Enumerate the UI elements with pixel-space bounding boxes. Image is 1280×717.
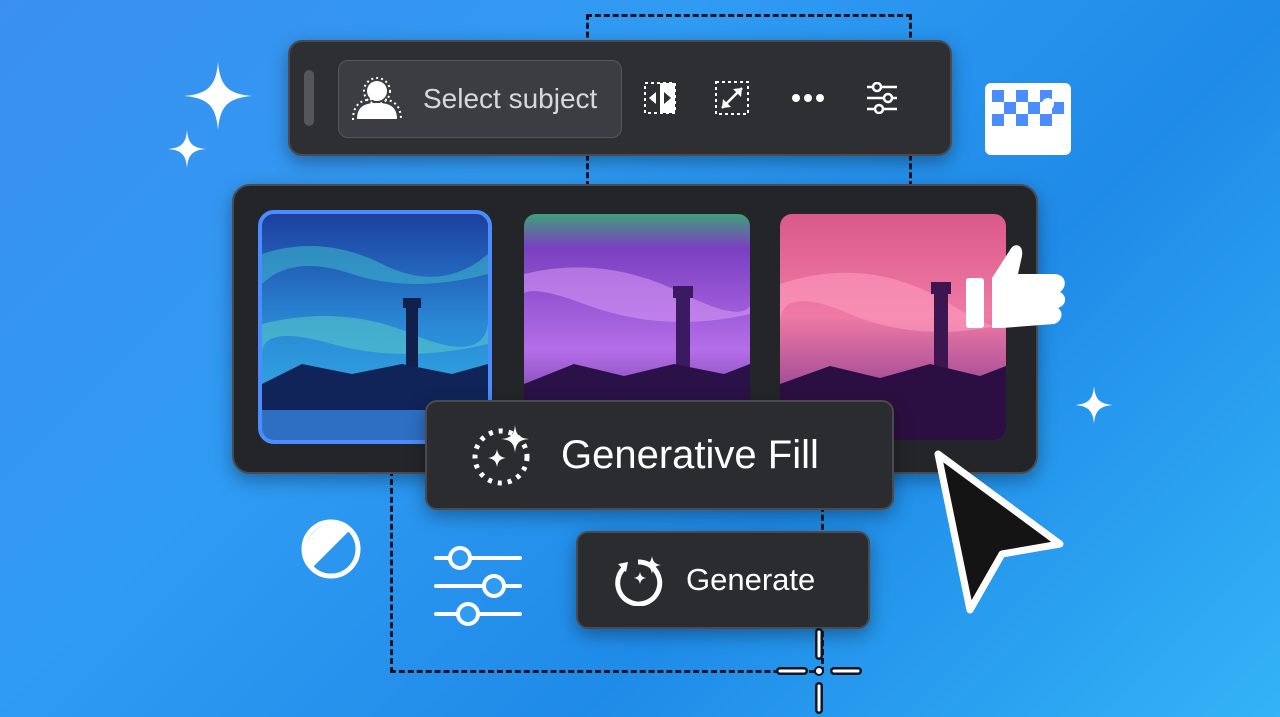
sliders-icon [867, 82, 897, 114]
image-transparency-icon [985, 83, 1071, 155]
invert-selection-button[interactable] [640, 78, 680, 118]
generate-button[interactable]: Generate [576, 531, 870, 629]
sparkle-large-icon [184, 62, 252, 130]
invert-selection-icon [644, 82, 676, 114]
drag-handle[interactable] [304, 70, 314, 126]
sparkle-small-icon [168, 130, 206, 168]
generate-icon [615, 556, 663, 606]
generative-fill-button[interactable]: Generative Fill [425, 400, 894, 510]
select-subject-button[interactable]: Select subject [338, 60, 622, 138]
generative-fill-label: Generative Fill [561, 432, 819, 477]
more-options-button[interactable] [788, 78, 828, 118]
contextual-taskbar: Select subject [288, 40, 952, 156]
select-subject-icon [352, 77, 402, 121]
contrast-icon [301, 519, 361, 579]
thumbs-up-icon [966, 245, 1066, 328]
generative-fill-icon [472, 425, 530, 486]
cursor-arrow-icon [934, 450, 1064, 614]
generate-label: Generate [686, 562, 816, 597]
expand-selection-icon [715, 81, 749, 115]
expand-selection-button[interactable] [712, 78, 752, 118]
more-icon [792, 94, 824, 102]
select-subject-label: Select subject [423, 83, 598, 114]
sparkle-right-icon [1075, 386, 1113, 424]
crosshair-icon [776, 628, 862, 714]
properties-button[interactable] [862, 78, 902, 118]
adjustments-sliders-icon [434, 546, 522, 626]
